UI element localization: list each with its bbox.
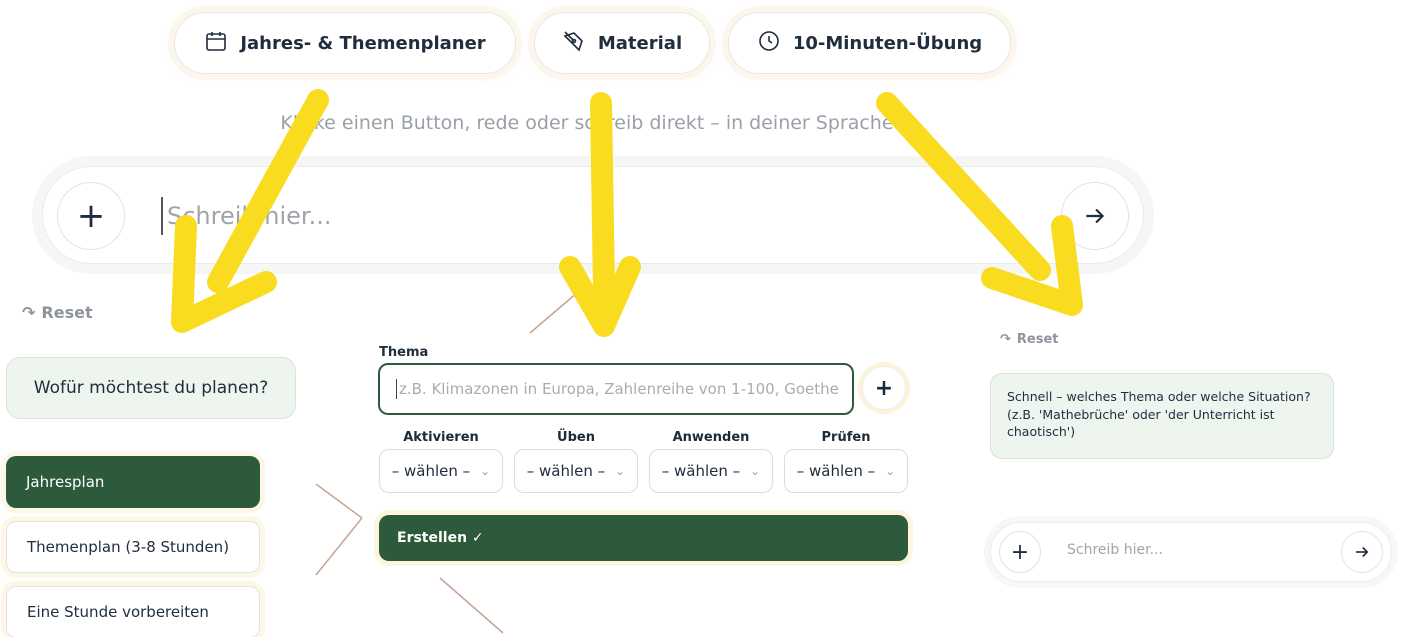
text-caret xyxy=(396,379,397,399)
left-reset-button[interactable]: ↷ Reset xyxy=(22,303,93,322)
select-ueben[interactable]: – wählen – ⌄ xyxy=(514,449,638,493)
option-label: Eine Stunde vorbereiten xyxy=(27,603,209,621)
jahres-themenplaner-button[interactable]: Jahres- & Themenplaner xyxy=(174,12,516,74)
clock-icon xyxy=(757,29,781,58)
right-reset-label: Reset xyxy=(1016,332,1059,347)
send-button[interactable] xyxy=(1061,182,1129,250)
chevron-down-icon: ⌄ xyxy=(750,464,761,478)
zehn-minuten-uebung-button[interactable]: 10-Minuten-Übung xyxy=(728,12,1011,74)
jahres-themenplaner-label: Jahres- & Themenplaner xyxy=(240,32,486,54)
create-button[interactable]: Erstellen ✓ xyxy=(379,515,908,561)
option-label: Jahresplan xyxy=(26,473,105,491)
material-button[interactable]: Material xyxy=(534,12,710,74)
column-header-aktivieren: Aktivieren xyxy=(403,430,479,445)
left-reset-label: Reset xyxy=(41,303,93,322)
redo-icon: ↷ xyxy=(1000,332,1011,347)
arrow-right-icon xyxy=(1356,546,1369,558)
material-label: Material xyxy=(597,32,683,54)
topic-add-button[interactable]: + xyxy=(862,366,906,410)
option-label: Themenplan (3-8 Stunden) xyxy=(27,538,230,556)
option-themenplan[interactable]: Themenplan (3-8 Stunden) xyxy=(6,521,260,573)
arrow-middle-head xyxy=(559,256,641,337)
zehn-minuten-uebung-label: 10-Minuten-Übung xyxy=(792,32,983,54)
plus-icon: + xyxy=(76,196,106,236)
chevron-down-icon: ⌄ xyxy=(480,464,491,478)
right-chat-input[interactable]: + Schreib hier... xyxy=(990,522,1392,582)
topic-label: Thema xyxy=(379,345,429,360)
option-jahresplan[interactable]: Jahresplan xyxy=(6,456,260,508)
select-value: – wählen – xyxy=(526,462,606,480)
assistant-message: Schnell – welches Thema oder welche Situ… xyxy=(990,373,1334,459)
hint-text: Klicke einen Button, rede oder schreib d… xyxy=(280,112,900,134)
topic-input[interactable]: z.B. Klimazonen in Europa, Zahlenreihe v… xyxy=(378,363,854,415)
calendar-icon xyxy=(204,29,228,58)
main-input-field[interactable]: Schreib hier... xyxy=(161,197,961,235)
right-send-button[interactable] xyxy=(1341,531,1383,573)
redo-icon: ↷ xyxy=(22,303,36,322)
select-pruefen[interactable]: – wählen – ⌄ xyxy=(784,449,908,493)
column-header-pruefen: Prüfen xyxy=(821,430,871,445)
plus-icon: + xyxy=(1010,539,1030,565)
arrow-right-icon xyxy=(1086,208,1105,224)
select-value: – wählen – xyxy=(661,462,741,480)
select-anwenden[interactable]: – wählen – ⌄ xyxy=(649,449,773,493)
select-aktivieren[interactable]: – wählen – ⌄ xyxy=(379,449,503,493)
option-stunde-vorbereiten[interactable]: Eine Stunde vorbereiten xyxy=(6,586,260,637)
right-reset-button[interactable]: ↷ Reset xyxy=(1000,332,1059,347)
right-input-field[interactable]: Schreib hier... xyxy=(1067,542,1163,558)
topic-placeholder: z.B. Klimazonen in Europa, Zahlenreihe v… xyxy=(399,380,839,398)
plus-icon: + xyxy=(874,375,894,401)
chevron-down-icon: ⌄ xyxy=(885,464,896,478)
select-value: – wählen – xyxy=(796,462,876,480)
plan-question: Wofür möchtest du planen? xyxy=(6,357,296,419)
chevron-down-icon: ⌄ xyxy=(615,464,626,478)
add-button[interactable]: + xyxy=(57,182,125,250)
column-header-ueben: Üben xyxy=(557,430,595,445)
main-chat-input[interactable]: + Schreib hier... xyxy=(42,166,1144,264)
right-add-button[interactable]: + xyxy=(999,531,1041,573)
select-value: – wählen – xyxy=(391,462,471,480)
pen-tool-icon xyxy=(562,29,586,58)
column-header-anwenden: Anwenden xyxy=(672,430,750,445)
